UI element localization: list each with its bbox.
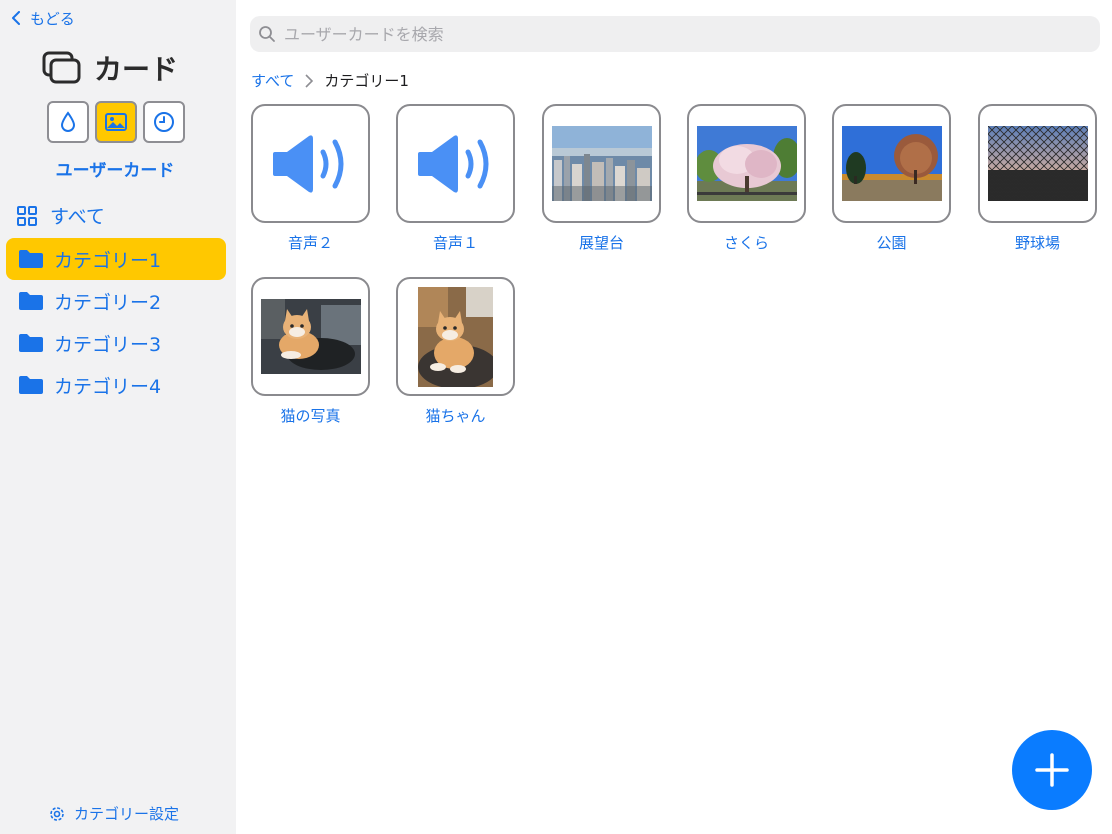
card-frame [396,104,515,223]
card-label: 猫ちゃん [425,407,486,425]
card[interactable]: さくら [685,104,808,253]
baseball-fence-photo [987,126,1088,201]
image-icon [105,113,127,131]
sidebar-item-all-label: すべて [50,206,105,228]
gear-icon [50,806,64,821]
app-title-text: カード [94,53,179,86]
category-label: カテゴリー2 [54,291,162,314]
search-icon [259,26,275,42]
card-label: 展望台 [578,234,624,252]
card[interactable]: 猫ちゃん [394,277,517,426]
card-label: 公園 [876,234,907,252]
sidebar-item-category-2[interactable]: カテゴリー2 [6,280,226,322]
category-list: カテゴリー1 カテゴリー2 カテゴリー3 カテゴリー4 [6,238,226,406]
card-label: 音声１ [432,234,478,252]
sidebar-item-category-4[interactable]: カテゴリー4 [6,364,226,406]
chevron-left-icon [12,11,20,25]
folder-icon [19,376,43,394]
card[interactable]: 展望台 [540,104,663,253]
sidebar-item-category-3[interactable]: カテゴリー3 [6,322,226,364]
card-label: さくら [723,234,769,252]
sidebar: もどる カード ユーザーカード すべて カテゴリー1 カテゴリー2 カテゴリー3… [0,0,236,834]
card-frame [251,104,370,223]
card-frame [832,104,951,223]
cards-stack-icon [42,51,81,84]
card-frame [542,104,661,223]
sidebar-item-category-1[interactable]: カテゴリー1 [6,238,226,280]
city-skyline-photo [551,126,652,201]
plus-icon [1035,753,1069,787]
mode-button-clock[interactable] [143,101,185,143]
breadcrumb-current: カテゴリー1 [324,72,409,90]
category-settings-label: カテゴリー設定 [74,805,180,823]
card-frame [978,104,1097,223]
app-title: カード [42,48,178,88]
card-frame [687,104,806,223]
card[interactable]: 野球場 [976,104,1099,253]
mode-button-image[interactable] [95,101,137,143]
category-label: カテゴリー1 [54,249,162,272]
park-trees-photo [841,126,942,201]
clock-icon [154,112,174,132]
card-frame [251,277,370,396]
speaker-icon [272,134,343,193]
folder-icon [19,292,43,310]
card[interactable]: 音声２ [249,104,372,253]
card[interactable]: 音声１ [394,104,517,253]
mode-button-drop[interactable] [47,101,89,143]
cat-lying-photo [260,299,361,374]
drop-icon [60,111,76,132]
folder-icon [19,250,43,268]
sidebar-item-all[interactable]: すべて [16,202,105,229]
search-input[interactable] [282,23,1100,45]
category-settings-button[interactable]: カテゴリー設定 [48,803,179,824]
chevron-right-icon [305,73,314,88]
add-card-button[interactable] [1012,730,1092,810]
folder-icon [19,334,43,352]
back-label: もどる [30,9,75,28]
category-label: カテゴリー4 [54,375,162,398]
cherry-blossom-photo [696,126,797,201]
mode-label: ユーザーカード [55,161,175,181]
card[interactable]: 猫の写真 [249,277,372,426]
card[interactable]: 公園 [830,104,953,253]
mode-selector [47,101,185,143]
breadcrumb: すべて カテゴリー1 [251,70,409,91]
breadcrumb-root[interactable]: すべて [251,70,294,91]
card-label: 野球場 [1014,234,1060,252]
speaker-icon [417,134,488,193]
card-label: 猫の写真 [280,407,341,425]
grid-icon [17,205,37,226]
back-button[interactable]: もどる [10,7,75,29]
search-bar [250,16,1100,52]
card-frame [396,277,515,396]
card-label: 音声２ [287,234,333,252]
cat-sitting-photo [418,286,493,387]
category-label: カテゴリー3 [54,333,162,356]
